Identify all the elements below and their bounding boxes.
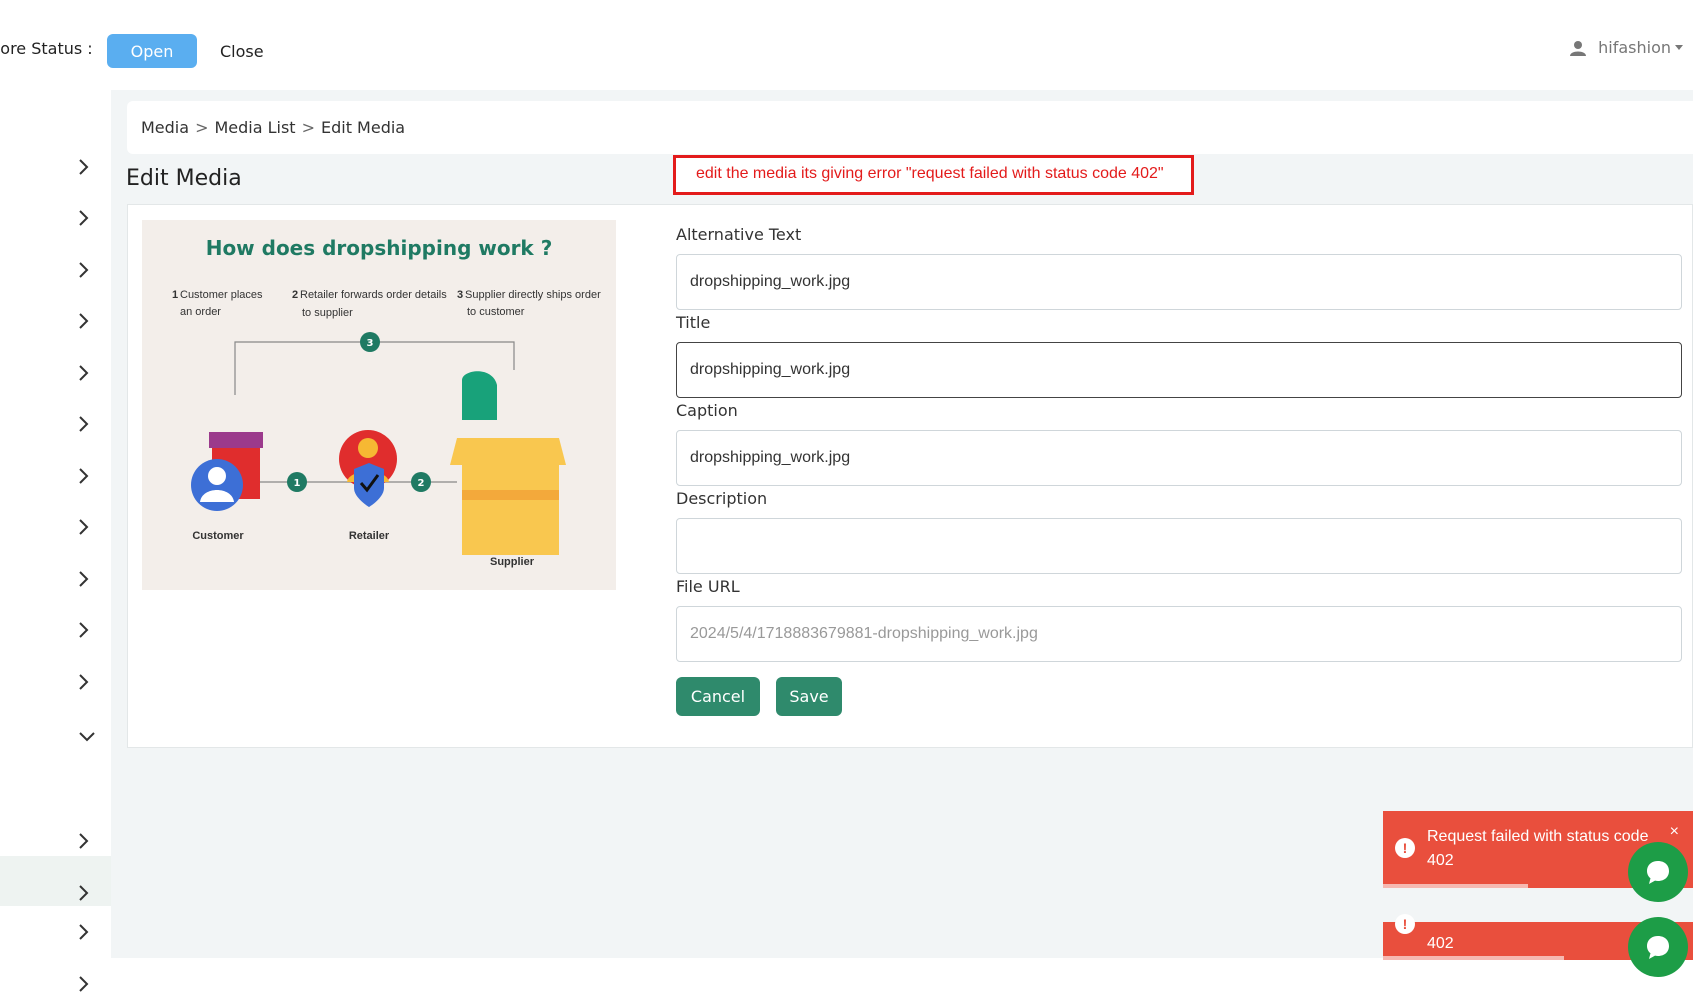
file-url-label: File URL [676,577,740,596]
footer [111,958,1693,996]
description-label: Description [676,489,768,508]
alt-text-label: Alternative Text [676,225,802,244]
top-header: tore Status : Open Close hifashion [0,0,1693,90]
chat-icon [1647,861,1669,884]
svg-text:Customer places: Customer places [180,289,263,301]
svg-text:to supplier: to supplier [302,307,353,319]
close-icon[interactable]: × [1670,823,1679,841]
svg-text:1: 1 [172,289,178,301]
caption-label: Caption [676,401,738,420]
file-url-input[interactable] [676,606,1682,662]
exclamation-icon: ! [1395,838,1415,858]
breadcrumb-item-edit-media: Edit Media [320,118,406,137]
svg-text:2: 2 [292,289,298,301]
preview-label-retailer: Retailer [349,530,390,542]
save-button[interactable]: Save [776,677,842,716]
chat-icon [1647,936,1669,959]
user-menu[interactable]: hifashion [1570,38,1683,57]
caption-input[interactable] [676,430,1682,486]
breadcrumb-separator: > [195,118,209,137]
preview-label-customer: Customer [192,530,244,542]
svg-text:3: 3 [457,289,463,301]
breadcrumb-card: Media > Media List > Edit Media [127,101,1693,154]
preview-label-supplier: Supplier [490,556,535,568]
exclamation-icon: ! [1395,914,1415,934]
media-preview-image: How does dropshipping work ? 1 Customer … [142,220,616,590]
alt-text-input[interactable] [676,254,1682,310]
chat-widget-button[interactable] [1628,917,1688,977]
caret-down-icon [1675,45,1683,50]
user-icon [1570,40,1587,56]
cancel-button[interactable]: Cancel [676,677,760,716]
description-input[interactable] [676,518,1682,574]
svg-text:2: 2 [418,478,425,489]
svg-text:3: 3 [367,338,374,349]
toast-message: Request failed with status code 402 [1427,828,1649,869]
svg-text:1: 1 [294,478,301,489]
store-status-label: tore Status : [0,39,93,58]
svg-text:an order: an order [180,306,221,318]
toast-progress-bar [1383,956,1564,960]
title-input[interactable] [676,342,1682,398]
title-label: Title [676,313,711,332]
breadcrumb: Media > Media List > Edit Media [141,118,405,137]
error-annotation: edit the media its giving error "request… [673,155,1194,195]
breadcrumb-separator: > [301,118,315,137]
svg-text:to customer: to customer [467,306,525,318]
toast-message: 402 [1427,935,1454,952]
store-close-button[interactable]: Close [210,34,274,68]
chat-widget-button[interactable] [1628,842,1688,902]
page-title: Edit Media [126,166,242,191]
breadcrumb-item-media[interactable]: Media [141,118,189,137]
sidebar [0,90,111,996]
sidebar-item-active[interactable] [0,856,111,906]
username-label: hifashion [1598,38,1671,57]
toast-progress-bar [1383,884,1528,888]
breadcrumb-item-media-list[interactable]: Media List [214,118,295,137]
preview-heading: How does dropshipping work ? [206,236,553,260]
svg-text:Retailer forwards order detail: Retailer forwards order details [300,289,447,301]
svg-text:Supplier directly ships order: Supplier directly ships order [465,289,601,301]
store-open-button[interactable]: Open [107,34,197,68]
